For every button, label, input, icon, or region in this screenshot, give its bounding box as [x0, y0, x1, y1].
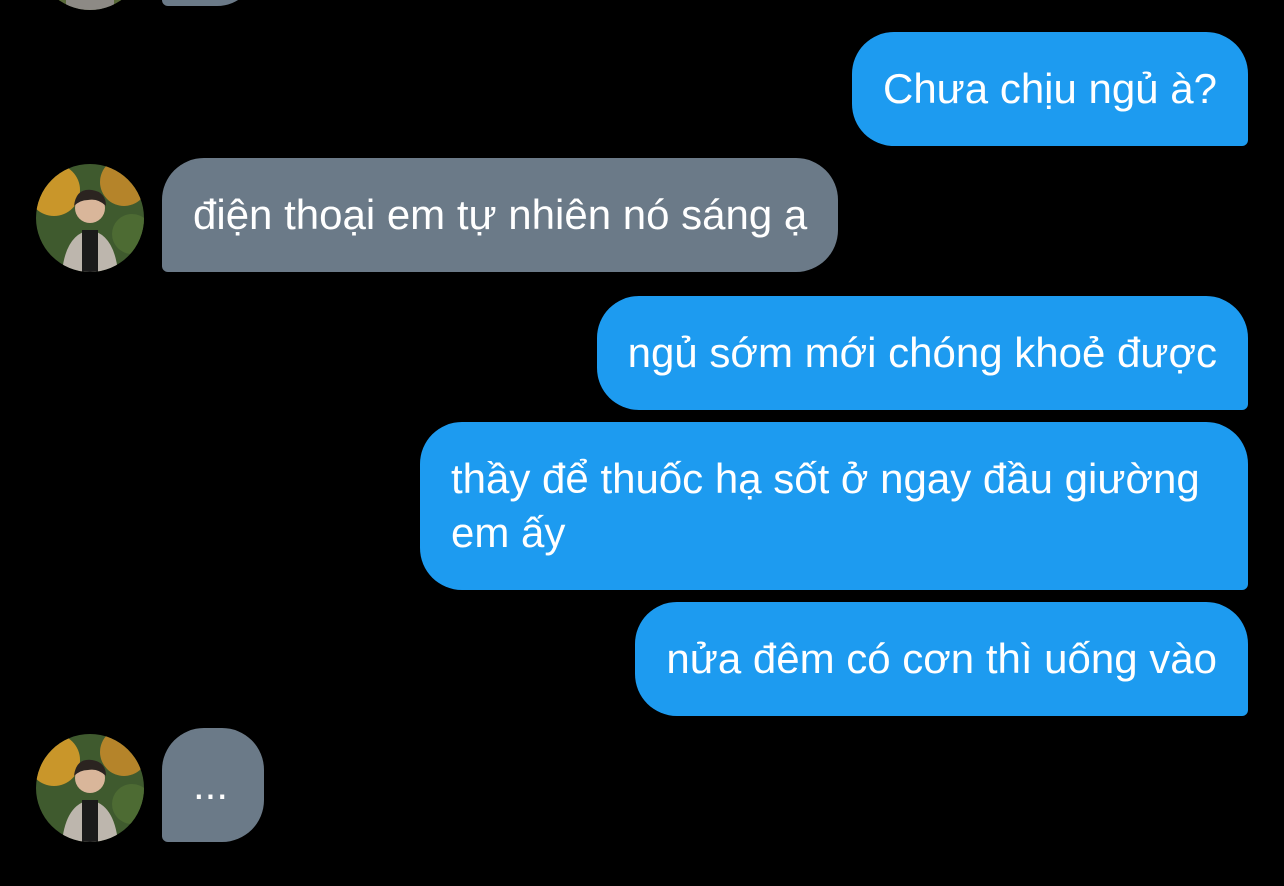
message-thread[interactable]: Chưa chịu ngủ à? điện thoại em tự nhiên … [0, 0, 1284, 886]
message-text: ngủ sớm mới chóng khoẻ được [627, 329, 1217, 376]
outgoing-message[interactable]: ngủ sớm mới chóng khoẻ được [596, 296, 1248, 410]
message-text: ... [193, 761, 229, 808]
message-text: Chưa chịu ngủ à? [882, 65, 1217, 112]
message-text: nửa đêm có cơn thì uống vào [666, 635, 1217, 682]
contact-avatar-partial[interactable] [36, 0, 144, 10]
contact-avatar[interactable] [36, 164, 144, 272]
outgoing-message[interactable]: thầy để thuốc hạ sốt ở ngay đầu giường e… [420, 422, 1248, 590]
message-text: điện thoại em tự nhiên nó sáng ạ [193, 191, 808, 238]
incoming-message[interactable]: điện thoại em tự nhiên nó sáng ạ [162, 158, 839, 272]
partial-incoming-bubble[interactable] [162, 0, 257, 6]
incoming-message[interactable]: ... [162, 728, 264, 842]
outgoing-message[interactable]: nửa đêm có cơn thì uống vào [635, 602, 1248, 716]
contact-avatar[interactable] [36, 734, 144, 842]
outgoing-message[interactable]: Chưa chịu ngủ à? [851, 32, 1248, 146]
message-text: thầy để thuốc hạ sốt ở ngay đầu giường e… [451, 455, 1200, 556]
